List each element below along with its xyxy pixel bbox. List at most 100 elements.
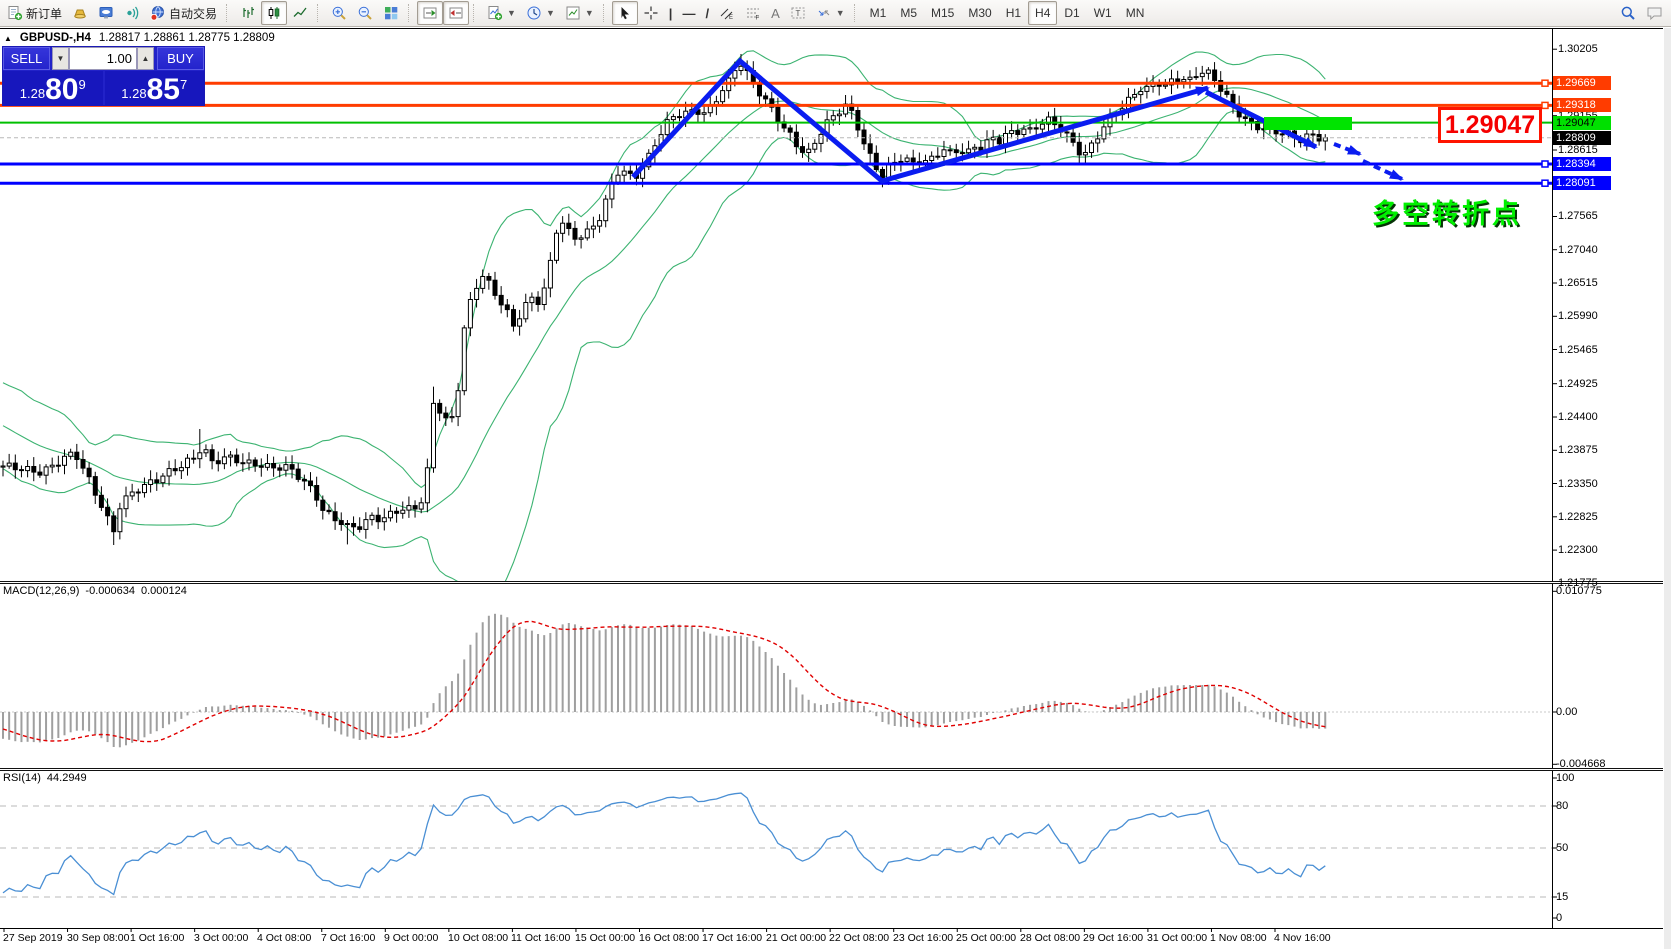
arrows-tool-button[interactable]: ▼ bbox=[811, 1, 850, 25]
buy-price-display[interactable]: 1.28 85 7 bbox=[104, 71, 204, 106]
macd-tick-label: 0.010775 bbox=[1556, 585, 1602, 597]
timeframe-m1-button[interactable]: M1 bbox=[863, 1, 894, 25]
macd-pane-separator[interactable] bbox=[0, 581, 1663, 584]
sell-price-head: 1.28 bbox=[19, 86, 46, 101]
rsi-value: 44.2949 bbox=[46, 772, 87, 784]
macd-label: MACD(12,26,9) -0.000634 0.000124 bbox=[3, 585, 187, 597]
timeframe-d1-button[interactable]: D1 bbox=[1057, 1, 1086, 25]
rsi-pane-separator[interactable] bbox=[0, 768, 1663, 771]
market-button[interactable] bbox=[67, 1, 93, 25]
tile-windows-button[interactable] bbox=[378, 1, 404, 25]
chart-shift-button[interactable] bbox=[443, 1, 470, 25]
crosshair-tool-button[interactable] bbox=[638, 1, 664, 25]
channel-tool-button[interactable]: E bbox=[714, 1, 740, 25]
price-level-callout[interactable]: 1.29047 bbox=[1438, 107, 1542, 143]
timeframe-m15-button[interactable]: M15 bbox=[924, 1, 961, 25]
date-tick-label: 21 Oct 00:00 bbox=[766, 932, 827, 944]
vertical-line-tool-button[interactable]: | bbox=[664, 1, 678, 25]
timeframe-h4-button[interactable]: H4 bbox=[1028, 1, 1058, 25]
volume-increase-button[interactable]: ▲ bbox=[137, 47, 154, 70]
autotrading-icon bbox=[150, 6, 165, 21]
trendline-tool-button[interactable]: / bbox=[700, 1, 714, 25]
sell-price-pip: 9 bbox=[78, 77, 86, 92]
toolbar-separator bbox=[317, 4, 322, 22]
chart-canvas[interactable] bbox=[0, 0, 1671, 949]
date-tick-label: 25 Oct 00:00 bbox=[956, 932, 1017, 944]
new-order-button[interactable]: 新订单 bbox=[2, 1, 67, 25]
rsi-tick-label: 80 bbox=[1556, 800, 1569, 812]
timeframe-m5-button[interactable]: M5 bbox=[893, 1, 924, 25]
bar-chart-button[interactable] bbox=[235, 1, 261, 25]
cursor-tool-button[interactable] bbox=[611, 1, 638, 25]
price-tick-label: 1.25990 bbox=[1558, 310, 1598, 322]
indicators-button[interactable]: ▼ bbox=[482, 1, 521, 25]
sell-price-big: 80 bbox=[45, 73, 79, 106]
chevron-down-icon: ▼ bbox=[507, 8, 516, 18]
zoom-in-button[interactable] bbox=[326, 1, 352, 25]
date-tick-label: 30 Sep 08:00 bbox=[67, 932, 130, 944]
chart-top-border bbox=[0, 28, 1663, 29]
toolbar-separator bbox=[602, 4, 608, 22]
date-tick-label: 11 Oct 16:00 bbox=[511, 932, 571, 944]
rsi-tick-label: 0 bbox=[1556, 912, 1563, 924]
price-level-badge: 1.28091 bbox=[1553, 176, 1611, 190]
timeframe-h1-button[interactable]: H1 bbox=[999, 1, 1028, 25]
fibonacci-tool-button[interactable]: F bbox=[740, 1, 766, 25]
chat-button[interactable] bbox=[1641, 1, 1669, 25]
date-tick-label: 17 Oct 16:00 bbox=[702, 932, 763, 944]
buy-button[interactable]: BUY bbox=[157, 47, 204, 70]
timeframe-group: M1 M5 M15 M30 H1 H4 D1 W1 MN bbox=[863, 1, 1152, 25]
signals-icon bbox=[127, 6, 139, 20]
price-tick-label: 1.25465 bbox=[1558, 344, 1598, 356]
chat-bubble-icon bbox=[1647, 7, 1662, 21]
macd-indicator bbox=[0, 613, 1552, 748]
label-tool-button[interactable]: T bbox=[785, 1, 811, 25]
virtual-hosting-button[interactable] bbox=[93, 1, 119, 25]
periods-button[interactable]: ▼ bbox=[521, 1, 560, 25]
text-icon: A bbox=[771, 5, 780, 21]
horizontal-line-tool-button[interactable]: — bbox=[677, 1, 700, 25]
price-tick-label: 1.28615 bbox=[1558, 144, 1598, 156]
candlestick-chart-icon bbox=[268, 7, 280, 19]
trendline-icon: / bbox=[705, 5, 710, 21]
bollinger-bands bbox=[2, 50, 1326, 581]
text-tool-button[interactable]: A bbox=[766, 1, 785, 25]
autotrading-button[interactable]: 自动交易 bbox=[145, 1, 222, 25]
signals-button[interactable] bbox=[119, 1, 145, 25]
rsi-name: RSI(14) bbox=[3, 772, 41, 784]
timeframe-w1-button[interactable]: W1 bbox=[1087, 1, 1119, 25]
search-button[interactable] bbox=[1615, 1, 1641, 25]
collapse-panel-icon[interactable]: ▲ bbox=[4, 34, 12, 43]
fibonacci-icon: F bbox=[747, 8, 760, 21]
line-chart-icon bbox=[293, 7, 307, 17]
price-tick-label: 1.26515 bbox=[1558, 277, 1598, 289]
timeframe-m30-button[interactable]: M30 bbox=[961, 1, 998, 25]
equidistant-channel-icon: E bbox=[720, 8, 733, 21]
auto-scroll-button[interactable] bbox=[417, 1, 444, 25]
search-icon bbox=[1621, 6, 1635, 20]
templates-button[interactable]: ▼ bbox=[560, 1, 599, 25]
mt4-window: 新订单 自动交易 ▼ ▼ ▼ | — / E F A T ▼ M1 M5 M15… bbox=[0, 0, 1671, 949]
date-tick-label: 10 Oct 08:00 bbox=[448, 932, 509, 944]
volume-input[interactable] bbox=[69, 47, 137, 70]
price-level-badge: 1.29669 bbox=[1553, 76, 1611, 90]
candlestick-chart-button[interactable] bbox=[261, 1, 288, 25]
symbol-period-label: GBPUSD-,H4 bbox=[19, 32, 91, 44]
price-tick-label: 1.30205 bbox=[1558, 43, 1598, 55]
line-chart-button[interactable] bbox=[287, 1, 313, 25]
date-tick-label: 29 Oct 16:00 bbox=[1083, 932, 1144, 944]
zoom-out-button[interactable] bbox=[352, 1, 378, 25]
indicators-icon bbox=[488, 6, 503, 21]
candles bbox=[0, 54, 1328, 545]
highlight-zone[interactable] bbox=[1264, 117, 1352, 130]
crosshair-icon bbox=[644, 6, 658, 20]
turning-point-annotation[interactable]: 多空转折点 bbox=[1372, 192, 1522, 231]
sell-button[interactable]: SELL bbox=[3, 47, 50, 70]
timeframe-mn-button[interactable]: MN bbox=[1119, 1, 1152, 25]
volume-decrease-button[interactable]: ▼ bbox=[52, 47, 69, 70]
chart-header: ▲ GBPUSD-,H4 1.28817 1.28861 1.28775 1.2… bbox=[4, 32, 275, 44]
sell-price-display[interactable]: 1.28 80 9 bbox=[3, 71, 103, 106]
toolbar-separator bbox=[853, 4, 859, 22]
date-tick-label: 3 Oct 00:00 bbox=[194, 932, 249, 944]
projection-arrow[interactable] bbox=[1333, 142, 1362, 156]
